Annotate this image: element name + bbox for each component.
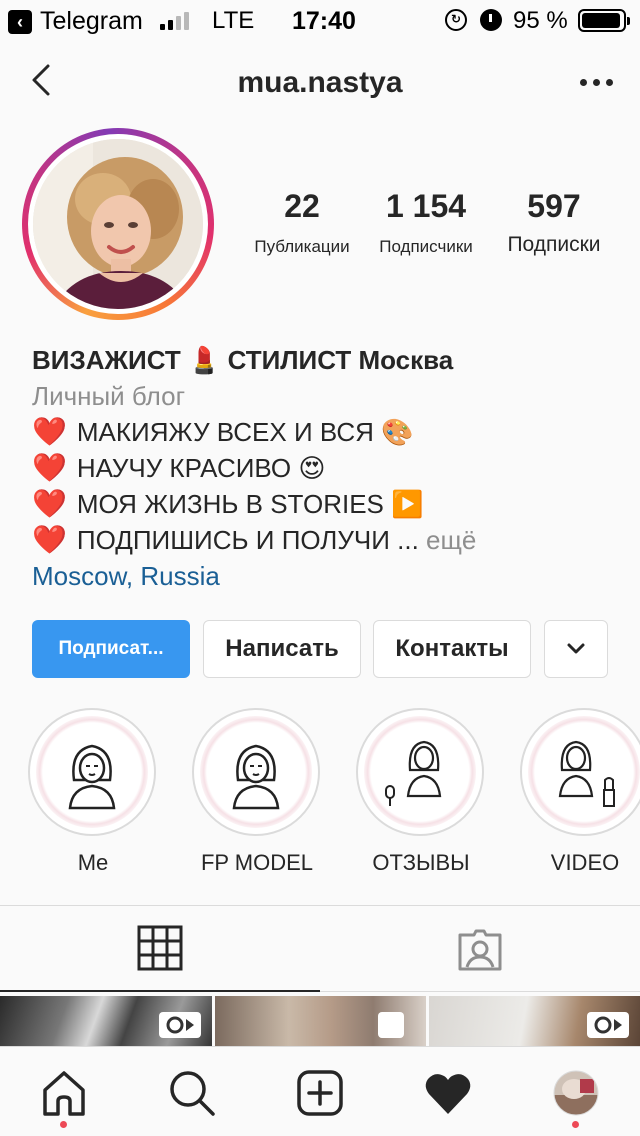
heart-eyes-icon: 😍 <box>298 453 326 483</box>
search-icon <box>170 1071 215 1116</box>
posts-count: 22 <box>284 188 320 224</box>
grid-icon <box>137 925 183 971</box>
clock: 17:40 <box>292 7 356 35</box>
bio-line-text: МОЯ ЖИЗНЬ В STORIES <box>76 489 384 519</box>
bio-line: ❤️ ПОДПИШИСЬ И ПОЛУЧИ ... ещё <box>32 522 622 558</box>
bottom-tab-bar <box>0 1046 640 1136</box>
tabbar-search[interactable] <box>164 1065 220 1121</box>
bio-line-text: МАКИЯЖУ ВСЕХ И ВСЯ <box>76 417 374 447</box>
message-button[interactable]: Написать <box>203 620 361 678</box>
posts-label: Публикации <box>254 237 350 256</box>
woman-with-microphone-icon <box>385 740 442 806</box>
contacts-button[interactable]: Контакты <box>373 620 531 678</box>
carousel-icon <box>378 1012 404 1038</box>
following-stat[interactable]: 597 Подписки <box>494 188 614 257</box>
following-count: 597 <box>527 188 581 224</box>
follow-button[interactable]: Подписат... <box>32 620 190 678</box>
post-thumbnail[interactable] <box>215 996 426 1048</box>
battery-percent: 95 % <box>513 7 568 34</box>
profile-name: ВИЗАЖИСТ 💄 СТИЛИСТ Москва <box>32 342 622 378</box>
highlight-fp-model[interactable]: FP MODEL <box>192 708 322 876</box>
bio-line: ❤️ МОЯ ЖИЗНЬ В STORIES ▶️ <box>32 486 622 522</box>
post-thumbnail[interactable] <box>429 996 640 1048</box>
red-heart-icon: ❤️ <box>32 452 67 483</box>
status-bar: ‹ Telegram LTE 17:40 ↻ 95 % <box>0 0 640 40</box>
ellipsis-icon <box>579 78 587 86</box>
profile-avatar[interactable] <box>22 128 214 320</box>
play-button-icon: ▶️ <box>391 489 424 519</box>
igtv-icon <box>587 1012 629 1038</box>
location-link[interactable]: Moscow, Russia <box>32 558 622 594</box>
tabbar-activity[interactable] <box>420 1065 476 1121</box>
bio-line-text: НАУЧУ КРАСИВО <box>76 453 292 483</box>
tabbar-new-post[interactable] <box>292 1065 348 1121</box>
content-tabs <box>0 906 640 992</box>
woman-icon <box>68 744 116 810</box>
highlight-label: ОТЗЫВЫ <box>372 850 470 875</box>
woman-with-lipstick-icon <box>558 740 615 807</box>
profile-category: Личный блог <box>32 381 186 411</box>
network-type: LTE <box>212 7 255 34</box>
profile-name-part1: ВИЗАЖИСТ <box>32 345 181 375</box>
highlight-reviews[interactable]: ОТЗЫВЫ <box>356 708 486 876</box>
followers-count: 1 154 <box>385 188 467 224</box>
posts-stat[interactable]: 22 Публикации <box>246 188 358 257</box>
home-icon <box>43 1071 85 1116</box>
followers-label: Подписчики <box>379 237 473 256</box>
profile-stats: 22 Публикации 1 154 Подписчики 597 Подпи… <box>240 188 620 268</box>
followers-stat[interactable]: 1 154 Подписчики <box>370 188 482 257</box>
avatar-icon <box>553 1070 599 1116</box>
highlight-video[interactable]: VIDEO <box>520 708 640 876</box>
profile-bio: ВИЗАЖИСТ 💄 СТИЛИСТ Москва Личный блог ❤️… <box>32 342 622 594</box>
highlight-label: Me <box>77 850 109 875</box>
tab-grid[interactable] <box>0 906 320 992</box>
palette-icon: 🎨 <box>381 417 414 447</box>
highlight-label: VIDEO <box>550 850 620 875</box>
bio-line: ❤️ НАУЧУ КРАСИВО 😍 <box>32 450 622 486</box>
bio-line: ❤️ МАКИЯЖУ ВСЕХ И ВСЯ 🎨 <box>32 414 622 450</box>
back-app-chevron-icon: ‹ <box>8 9 32 34</box>
profile-name-part2: СТИЛИСТ Москва <box>227 345 454 375</box>
profile-nav-bar: mua.nastya <box>0 52 640 112</box>
tabbar-home[interactable] <box>36 1065 92 1121</box>
profile-actions: Подписат... Написать Контакты <box>32 620 608 678</box>
highlight-me[interactable]: Me <box>28 708 158 876</box>
lipstick-icon: 💄 <box>187 345 221 375</box>
alarm-icon <box>480 9 502 31</box>
home-notification-dot <box>60 1121 67 1128</box>
suggested-accounts-button[interactable] <box>544 620 608 678</box>
tagged-person-icon <box>458 929 502 970</box>
tab-tagged[interactable] <box>320 906 640 992</box>
cellular-signal-icon <box>160 12 189 30</box>
following-label: Подписки <box>507 233 601 256</box>
igtv-icon <box>159 1012 201 1038</box>
chevron-down-icon <box>567 643 585 654</box>
username-title: mua.nastya <box>237 66 403 99</box>
posts-grid <box>0 996 640 1048</box>
battery-icon <box>578 9 630 32</box>
profile-notification-dot <box>572 1121 579 1128</box>
story-highlights: Me FP MODEL ОТЗЫВЫ VIDEO <box>0 708 640 888</box>
bio-more-link[interactable]: ещё <box>426 525 476 555</box>
back-app-name: Telegram <box>40 7 143 35</box>
woman-icon <box>232 744 280 810</box>
red-heart-icon: ❤️ <box>32 524 67 555</box>
red-heart-icon: ❤️ <box>32 488 67 519</box>
avatar-photo <box>33 139 203 309</box>
heart-icon <box>425 1074 471 1114</box>
back-to-app[interactable]: ‹ Telegram <box>8 7 143 36</box>
orientation-lock-icon: ↻ <box>445 9 467 31</box>
more-options-button[interactable] <box>576 62 616 102</box>
bio-line-text: ПОДПИШИСЬ И ПОЛУЧИ ... <box>76 525 419 555</box>
red-heart-icon: ❤️ <box>32 416 67 447</box>
highlight-label: FP MODEL <box>200 850 314 875</box>
post-thumbnail[interactable] <box>0 996 212 1048</box>
plus-square-icon <box>297 1070 343 1116</box>
tabbar-profile[interactable] <box>548 1065 604 1121</box>
